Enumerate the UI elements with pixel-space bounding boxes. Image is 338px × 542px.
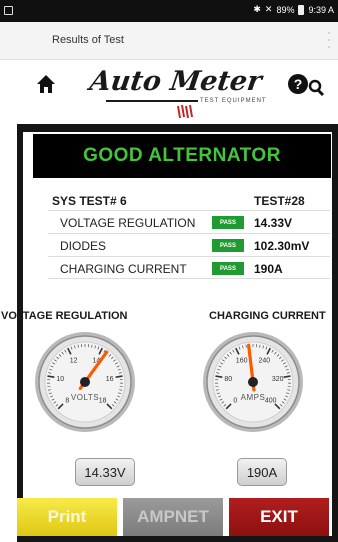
current-readout: 190A [246,464,278,480]
sys-test-label: SYS TEST# 6 [52,194,127,208]
row-label: DIODES [60,239,107,253]
row-value: 102.30mV [254,239,310,253]
current-gauge-title: CHARGING CURRENT [209,310,326,322]
app-bar: Results of Test [0,22,338,60]
gauge-tick-label: 240 [259,358,271,365]
gauge-tick-label: 16 [106,376,114,383]
auto-meter-logo: Auto Meter TEST EQUIPMENT [87,66,270,120]
page-title: Results of Test [52,34,124,46]
gauge-unit-label: VOLTS [71,393,99,402]
gauge-tick-label: 18 [99,398,107,405]
voltage-readout: 14.33V [84,464,126,480]
row-label: VOLTAGE REGULATION [60,216,196,230]
row-label: CHARGING CURRENT [60,262,187,276]
gauge-tick-label: 80 [224,376,232,383]
bluetooth-icon: ✱ [253,4,261,14]
results-table: SYS TEST# 6 TEST#28 VOLTAGE REGULATION P… [48,190,330,279]
help-search-icon[interactable]: ? [286,72,328,98]
svg-text:?: ? [294,76,303,92]
sim-icon [4,6,13,15]
ampnet-button[interactable]: AMPNET [123,498,223,536]
table-row: VOLTAGE REGULATION PASS 14.33V [48,210,330,233]
clock: 9:39 A [308,4,334,15]
gauge-needle-hub [248,377,258,387]
results-table-header: SYS TEST# 6 TEST#28 [48,190,330,210]
gauge-major-tick [283,375,291,378]
brand-bar: Auto Meter TEST EQUIPMENT ? [0,60,338,124]
exit-button[interactable]: EXIT [229,498,329,536]
result-banner: GOOD ALTERNATOR [33,134,331,178]
overflow-menu-icon[interactable] [326,32,332,48]
ampnet-label: AMPNET [137,507,209,526]
gauge-tick-label: 8 [65,398,69,405]
print-button[interactable]: Print [17,498,117,536]
gauge-unit-label: AMPS [241,393,266,402]
results-panel-inner: GOOD ALTERNATOR SYS TEST# 6 TEST#28 VOLT… [1,132,332,536]
test-number-label: TEST#28 [254,194,305,208]
status-bar: ✱ ✕ 89% 9:39 A [0,0,338,22]
gauge-major-tick [115,375,123,378]
pass-badge: PASS [212,216,244,229]
status-right: ✱ ✕ 89% 9:39 A [253,4,334,15]
current-gauge: 0 80 160 240 320 400AMPS [203,332,303,432]
gauge-tick-label: 12 [70,358,78,365]
gauge-needle-hub [80,377,90,387]
table-row: DIODES PASS 102.30mV [48,233,330,256]
home-icon[interactable] [36,74,56,94]
voltage-gauge: 81012 141618VOLTS [35,332,135,432]
print-label: Print [47,507,87,526]
voltage-gauge-title: VOLTAGE REGULATION [1,310,128,322]
battery-icon [298,4,305,15]
row-value: 14.33V [254,216,293,230]
battery-percent: 89% [276,4,295,15]
gauge-tick-label: 160 [236,358,248,365]
gauge-tick-label: 320 [272,376,284,383]
gauge-major-tick [215,375,223,378]
logo-subtext: TEST EQUIPMENT [198,98,269,104]
pass-badge: PASS [212,239,244,252]
results-panel: GOOD ALTERNATOR SYS TEST# 6 TEST#28 VOLT… [1,124,338,542]
gauge-tick-label: 0 [233,398,237,405]
checkered-flag-icon [177,104,193,119]
gauge-major-tick [47,375,55,378]
voltage-readout-button[interactable]: 14.33V [75,458,135,486]
pass-badge: PASS [212,262,244,275]
row-value: 190A [254,262,283,276]
exit-label: EXIT [260,507,298,526]
logo-text: Auto Meter [87,66,264,97]
table-row: CHARGING CURRENT PASS 190A [48,256,330,279]
result-banner-text: GOOD ALTERNATOR [83,145,281,166]
gauge-tick-label: 400 [265,398,277,405]
gauge-tick-label: 10 [56,376,64,383]
signal-icon: ✕ [264,4,273,14]
current-readout-button[interactable]: 190A [237,458,287,486]
